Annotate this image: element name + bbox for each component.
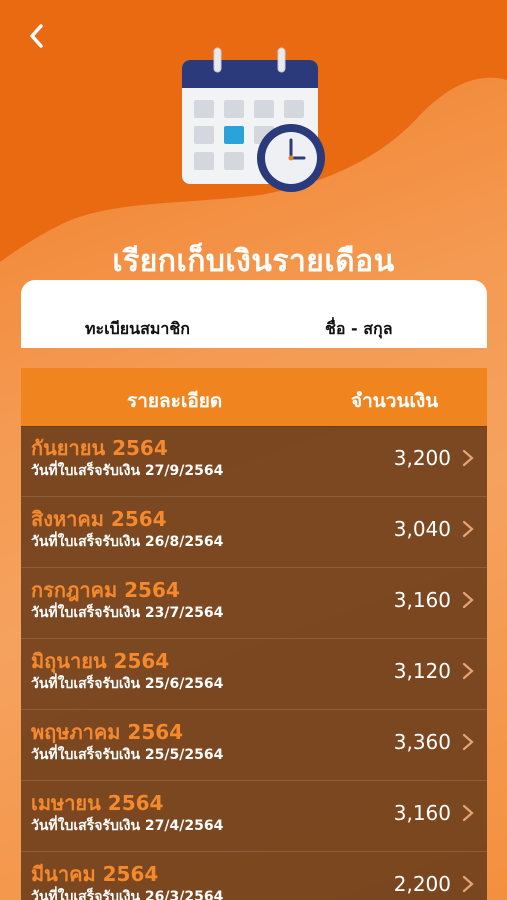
- chevron-right-icon: [462, 804, 474, 822]
- back-button[interactable]: [18, 18, 54, 54]
- row-amount: 3,160: [393, 588, 451, 612]
- row-receipt-date: วันที่ใบเสร็จรับเงิน 26/8/2564: [31, 534, 224, 550]
- billing-row[interactable]: เมษายน 2564 วันที่ใบเสร็จรับเงิน 27/4/25…: [21, 781, 487, 852]
- row-receipt-date: วันที่ใบเสร็จรับเงิน 23/7/2564: [31, 605, 224, 621]
- row-receipt-date: วันที่ใบเสร็จรับเงิน 25/6/2564: [31, 676, 224, 692]
- row-receipt-date: วันที่ใบเสร็จรับเงิน 26/3/2564: [31, 889, 224, 900]
- member-id-label: ทะเบียนสมาชิก: [85, 319, 190, 338]
- row-amount: 3,160: [393, 801, 451, 825]
- column-amount-header: จำนวนเงิน: [351, 390, 439, 412]
- chevron-right-icon: [462, 662, 474, 680]
- member-name-label: ชื่อ - สกุล: [325, 319, 393, 338]
- row-amount: 2,200: [393, 872, 451, 896]
- billing-row[interactable]: มีนาคม 2564 วันที่ใบเสร็จรับเงิน 26/3/25…: [21, 852, 487, 900]
- page-title: เรียกเก็บเงินรายเดือน: [112, 244, 395, 279]
- chevron-right-icon: [462, 875, 474, 893]
- chevron-left-icon: [30, 24, 43, 48]
- billing-rows: กันยายน 2564 วันที่ใบเสร็จรับเงิน 27/9/2…: [21, 426, 487, 900]
- row-receipt-date: วันที่ใบเสร็จรับเงิน 25/5/2564: [31, 747, 224, 763]
- billing-table: รายละเอียด จำนวนเงิน กันยายน 2564 วันที่…: [21, 368, 487, 900]
- row-receipt-date: วันที่ใบเสร็จรับเงิน 27/9/2564: [31, 463, 224, 479]
- chevron-right-icon: [462, 591, 474, 609]
- table-header: รายละเอียด จำนวนเงิน: [21, 368, 487, 426]
- calendar-clock-icon: [182, 47, 325, 192]
- row-amount: 3,200: [393, 446, 451, 470]
- billing-row[interactable]: กรกฎาคม 2564 วันที่ใบเสร็จรับเงิน 23/7/2…: [21, 568, 487, 639]
- column-detail-header: รายละเอียด: [127, 390, 223, 412]
- row-amount: 3,360: [393, 730, 451, 754]
- row-amount: 3,120: [393, 659, 451, 683]
- billing-row[interactable]: มิถุนายน 2564 วันที่ใบเสร็จรับเงิน 25/6/…: [21, 639, 487, 710]
- chevron-right-icon: [462, 733, 474, 751]
- chevron-right-icon: [462, 449, 474, 467]
- billing-row[interactable]: พฤษภาคม 2564 วันที่ใบเสร็จรับเงิน 25/5/2…: [21, 710, 487, 781]
- member-info-card: ทะเบียนสมาชิก ชื่อ - สกุล: [21, 280, 487, 348]
- chevron-right-icon: [462, 520, 474, 538]
- row-amount: 3,040: [393, 517, 451, 541]
- billing-row[interactable]: สิงหาคม 2564 วันที่ใบเสร็จรับเงิน 26/8/2…: [21, 497, 487, 568]
- row-receipt-date: วันที่ใบเสร็จรับเงิน 27/4/2564: [31, 818, 224, 834]
- billing-row[interactable]: กันยายน 2564 วันที่ใบเสร็จรับเงิน 27/9/2…: [21, 426, 487, 497]
